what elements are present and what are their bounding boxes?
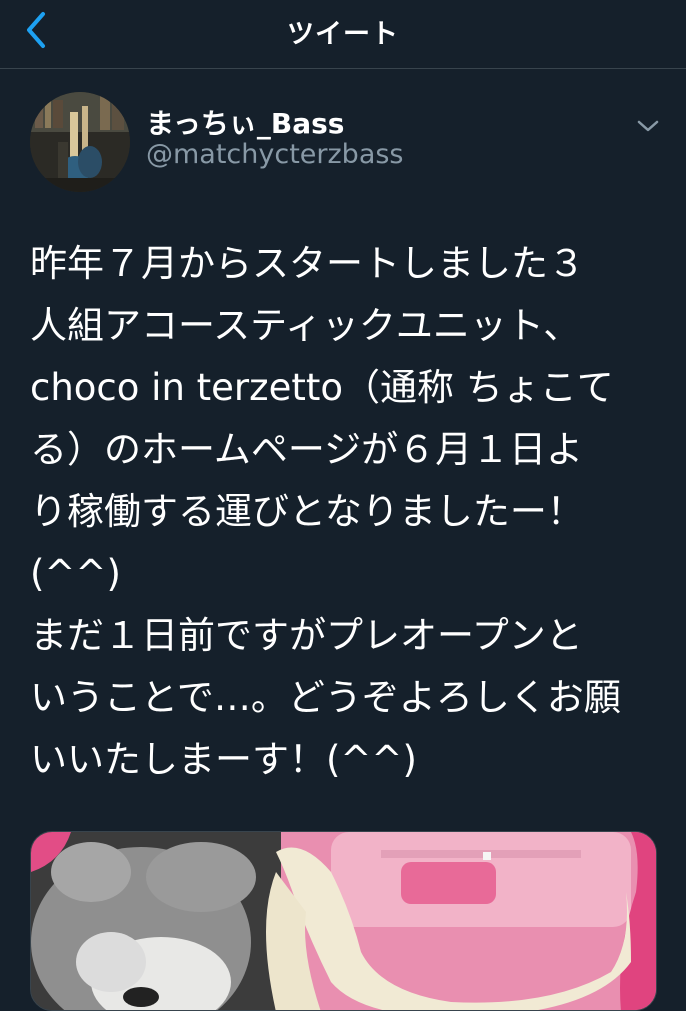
tweet-text-line: 人組アコースティックユニット、	[30, 304, 581, 347]
author-handle[interactable]: @matchycterzbass	[146, 139, 404, 170]
tweet-text-line: 昨年７月からスタートしました３	[30, 242, 585, 285]
more-options-button[interactable]	[630, 110, 666, 142]
avatar-photo	[30, 92, 130, 192]
tweet-text-line: いいたしまーす！(^^)	[30, 738, 417, 781]
navigation-header: ツイート	[0, 0, 686, 69]
author-display-name[interactable]: まっちぃ_Bass	[146, 102, 344, 142]
tweet-text-line: いうことで…。どうぞよろしくお願	[30, 676, 621, 719]
plush-toys-photo	[31, 832, 656, 1010]
tweet-text-line: り稼働する運びとなりましたー！	[30, 490, 584, 533]
tweet-text-line: まだ１日前ですがプレオープンと	[30, 614, 583, 657]
chevron-down-icon	[637, 120, 659, 132]
tweet-text-line: る）のホームページが６月１日よ	[30, 428, 584, 471]
avatar[interactable]	[30, 92, 130, 192]
tweet-media-image[interactable]	[30, 831, 657, 1011]
tweet-text-line: (^^)	[30, 552, 121, 595]
page-title: ツイート	[287, 19, 399, 50]
tweet-text: 昨年７月からスタートしました３ 人組アコースティックユニット、 choco in…	[30, 233, 660, 791]
tweet-text-line: choco in terzetto（通称 ちょこて	[30, 366, 614, 409]
